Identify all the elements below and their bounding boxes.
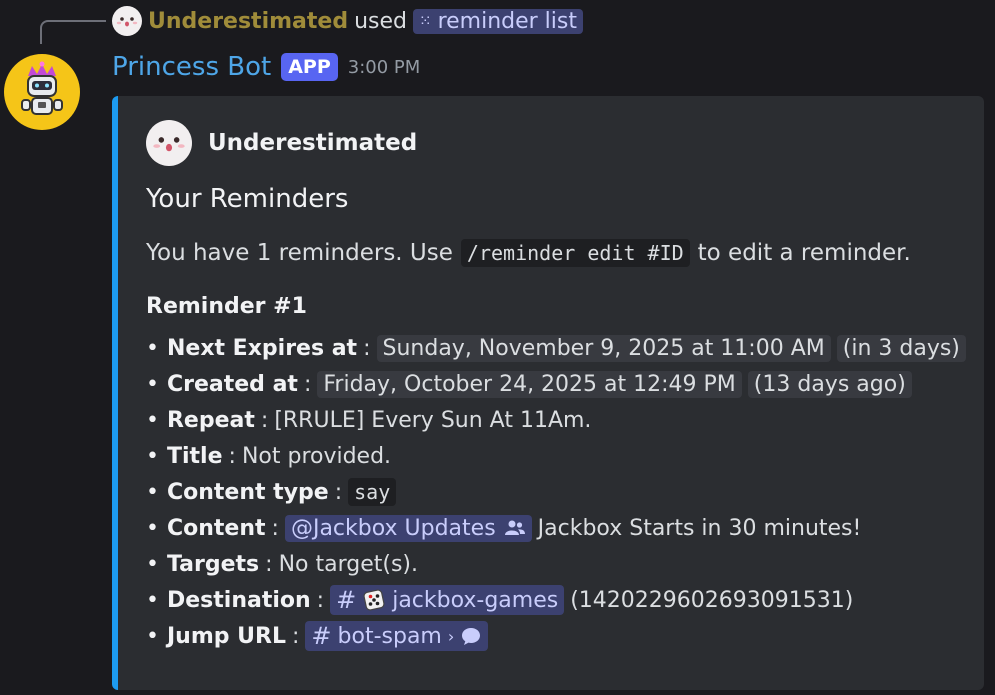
item-value: No target(s).	[278, 551, 418, 577]
role-mention[interactable]: @Jackbox Updates	[284, 514, 532, 542]
dice-emoji-icon	[362, 588, 386, 612]
colon: :	[260, 407, 269, 433]
item-label: Next Expires at	[166, 335, 358, 361]
colon: :	[334, 479, 343, 505]
app-badge: APP	[281, 53, 338, 81]
relative-time-chip[interactable]: (in 3 days)	[836, 334, 966, 362]
channel-mention-jackbox[interactable]: # jackbox-games	[330, 585, 565, 615]
bot-avatar[interactable]	[4, 54, 80, 130]
channel-id: (1420229602693091531)	[570, 587, 854, 613]
reply-user-avatar[interactable]	[112, 6, 142, 36]
timestamp-chip[interactable]: Sunday, November 9, 2025 at 11:00 AM	[376, 334, 831, 362]
item-label: Targets	[166, 551, 260, 577]
channel-name: bot-spam	[337, 623, 442, 649]
timestamp-chip[interactable]: Friday, October 24, 2025 at 12:49 PM	[317, 370, 742, 398]
bullet: •	[146, 551, 159, 577]
command-chip[interactable]: ⁙ reminder list	[412, 8, 583, 34]
embed-description: You have 1 reminders. Use /reminder edit…	[146, 239, 911, 267]
item-label: Destination	[166, 587, 311, 613]
message-header: Princess Bot APP 3:00 PM	[112, 52, 420, 82]
item-label: Created at	[166, 371, 298, 397]
colon: :	[265, 551, 273, 577]
item-value: Not provided.	[241, 443, 392, 469]
list-item: • Targets: No target(s).	[146, 546, 966, 582]
item-label: Content type	[166, 479, 329, 505]
list-item: • Destination: # jackbox-games (14202296	[146, 582, 966, 618]
embed-author-name: Underestimated	[208, 130, 418, 156]
item-label: Repeat	[166, 407, 255, 433]
reminder-details: • Next Expires at: Sunday, November 9, 2…	[146, 330, 966, 654]
desc-after: to edit a reminder.	[697, 240, 911, 266]
hash-icon: #	[336, 586, 357, 614]
relative-time: 13 days ago	[762, 371, 898, 397]
bullet: •	[146, 407, 159, 433]
embed-title: Your Reminders	[146, 184, 349, 214]
reply-spine	[40, 20, 106, 44]
colon: :	[228, 443, 236, 469]
reply-context[interactable]: Underestimated used ⁙ reminder list	[0, 0, 995, 46]
message-timestamp[interactable]: 3:00 PM	[348, 57, 421, 78]
colon: :	[316, 587, 325, 613]
colon: :	[363, 335, 371, 361]
content-type-code: say	[348, 478, 397, 506]
bullet: •	[146, 623, 159, 649]
item-value: [RRULE] Every Sun At 11Am.	[274, 407, 592, 433]
colon: :	[292, 623, 300, 649]
list-item: • Repeat: [RRULE] Every Sun At 11Am.	[146, 402, 966, 438]
chevron-right-icon: ›	[447, 626, 455, 646]
bullet: •	[146, 587, 159, 613]
role-members-icon	[504, 519, 526, 537]
item-label: Content	[166, 515, 266, 541]
list-item: • Content type: say	[146, 474, 966, 510]
relative-time: in 3 days	[851, 335, 952, 361]
reply-used-text: used	[354, 8, 407, 34]
bullet: •	[146, 371, 159, 397]
jump-url-link[interactable]: # bot-spam ›	[305, 621, 489, 651]
reply-content: Underestimated used ⁙ reminder list	[112, 6, 583, 36]
embed-author: Underestimated	[146, 120, 417, 166]
embed-author-avatar	[146, 120, 192, 166]
item-label: Jump URL	[166, 623, 286, 649]
bullet: •	[146, 479, 159, 505]
list-item: • Next Expires at: Sunday, November 9, 2…	[146, 330, 966, 366]
colon: :	[271, 515, 279, 541]
list-item: • Title: Not provided.	[146, 438, 966, 474]
list-item: • Content: @Jackbox Updates Jackbox Star…	[146, 510, 966, 546]
bot-name[interactable]: Princess Bot	[112, 52, 271, 82]
hash-icon: #	[311, 622, 332, 650]
colon: :	[303, 371, 312, 397]
list-item: • Jump URL: # bot-spam ›	[146, 618, 966, 654]
list-item: • Created at: Friday, October 24, 2025 a…	[146, 366, 966, 402]
field-name: Reminder #1	[146, 294, 307, 319]
inline-code: /reminder edit #ID	[460, 239, 690, 267]
channel-name: jackbox-games	[392, 587, 559, 613]
slash-command-icon: ⁙	[418, 12, 432, 30]
item-value: Jackbox Starts in 30 minutes!	[537, 515, 862, 541]
bullet: •	[146, 515, 159, 541]
reminder-embed: Underestimated Your Reminders You have 1…	[112, 96, 984, 690]
bullet: •	[146, 443, 159, 469]
thread-bubble-icon	[460, 626, 482, 646]
reply-username[interactable]: Underestimated	[148, 9, 348, 34]
desc-before: You have 1 reminders. Use	[146, 240, 453, 266]
bullet: •	[146, 335, 159, 361]
relative-time-chip[interactable]: (13 days ago)	[747, 370, 912, 398]
command-name: reminder list	[437, 8, 577, 34]
role-mention-text: @Jackbox Updates	[290, 515, 496, 541]
item-label: Title	[166, 443, 223, 469]
